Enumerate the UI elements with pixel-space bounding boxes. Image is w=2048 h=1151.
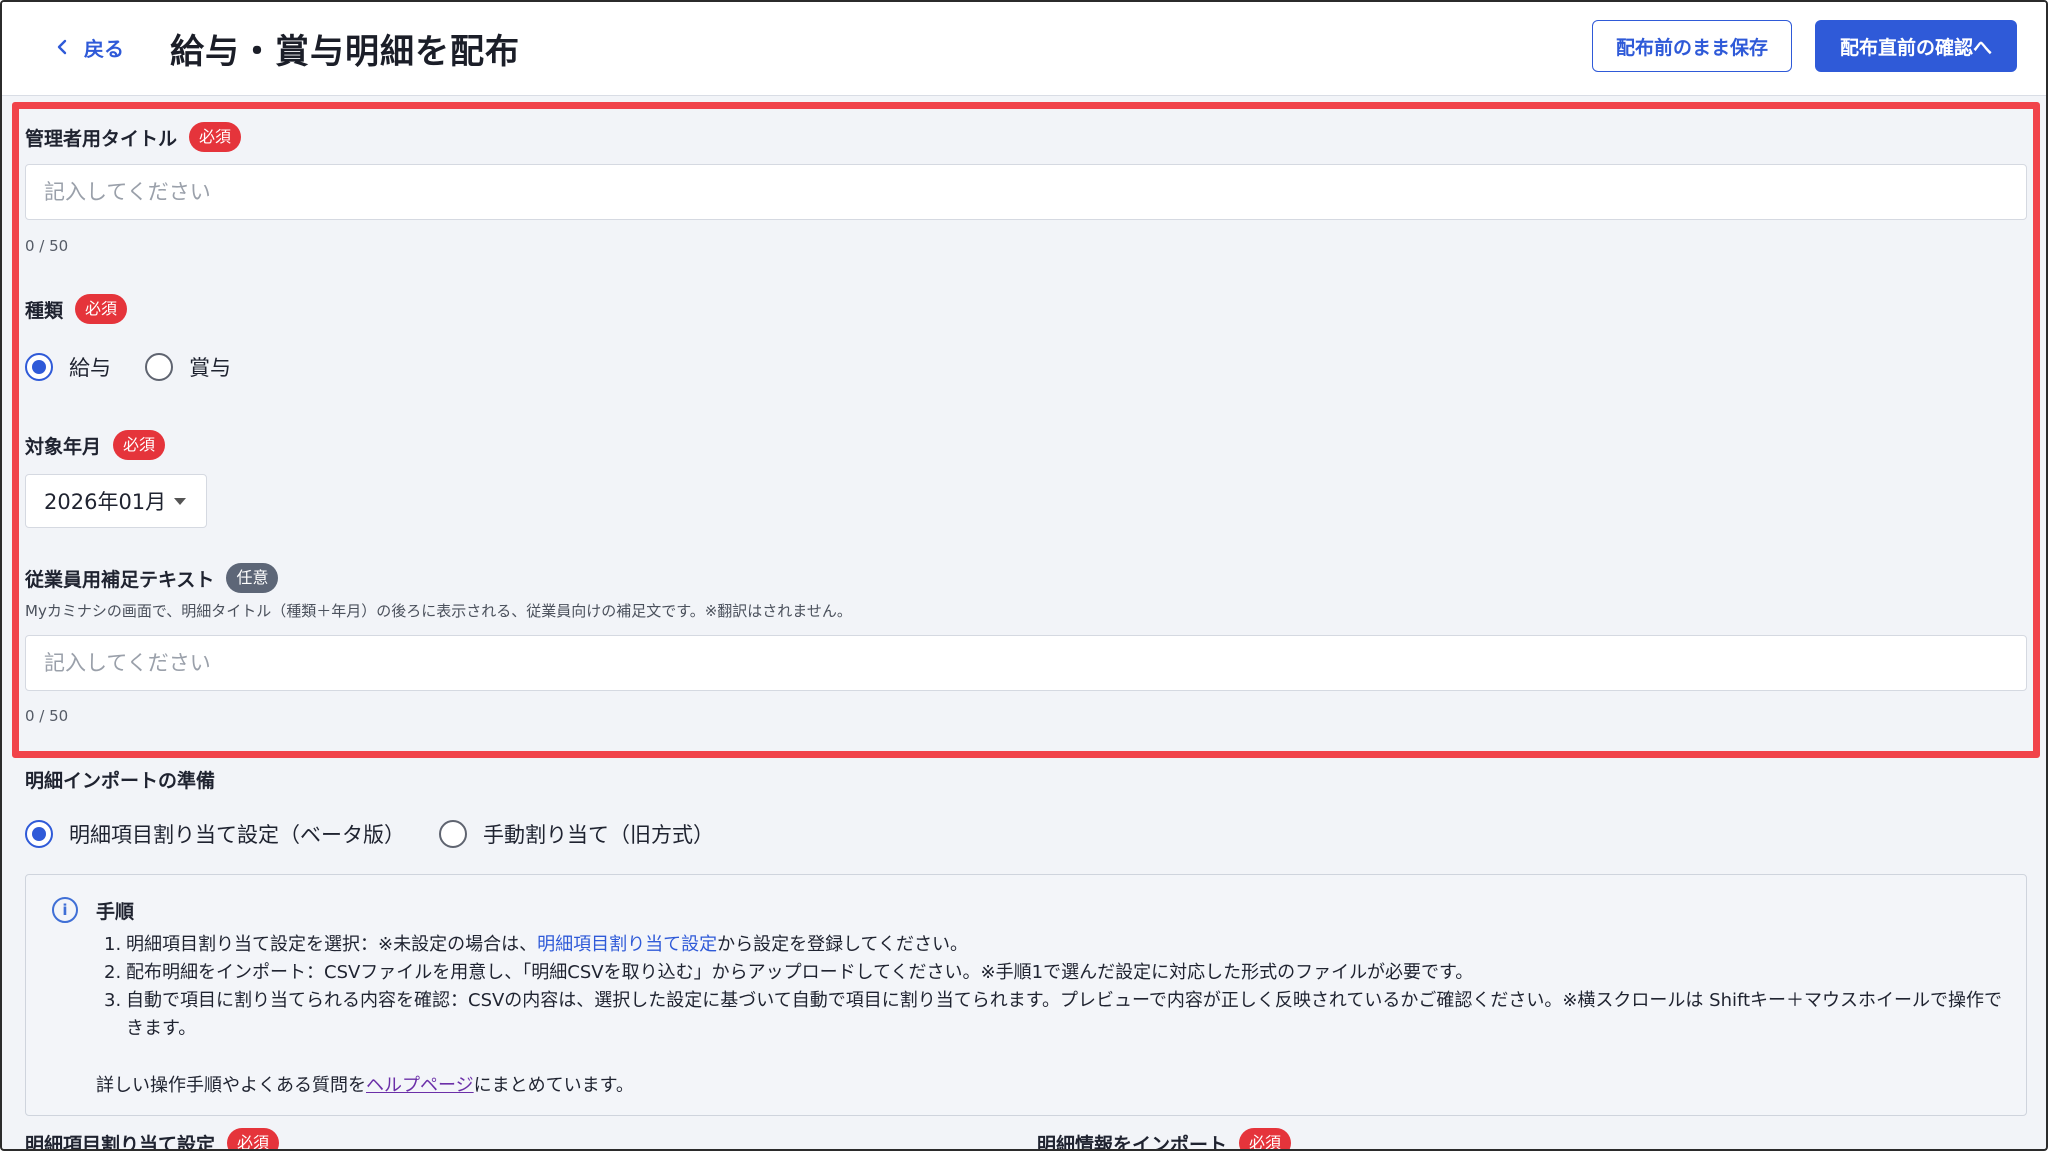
back-link[interactable]: 戻る (54, 30, 124, 64)
required-badge: 必須 (75, 294, 128, 324)
page-header: 戻る 給与・賞与明細を配布 配布前のまま保存 配布直前の確認へ (2, 2, 2046, 96)
employee-text-counter: 0 / 50 (25, 707, 69, 725)
employee-text-help: Myカミナシの画面で、明細タイトル（種類＋年月）の後ろに表示される、従業員向けの… (25, 602, 852, 620)
radio-label: 賞与 (189, 356, 231, 380)
procedure-footer: 詳しい操作手順やよくある質問をヘルプページにまとめています。 (96, 1075, 634, 1096)
radio-unchecked-icon (145, 353, 173, 381)
save-draft-button[interactable]: 配布前のまま保存 (1592, 20, 1792, 72)
type-label: 種類 (25, 299, 64, 322)
admin-title-counter: 0 / 50 (25, 237, 69, 255)
info-icon: i (52, 897, 78, 923)
radio-label: 給与 (69, 356, 111, 380)
radio-unchecked-icon (439, 820, 467, 848)
chevron-left-icon (57, 39, 67, 55)
caret-down-icon (174, 498, 186, 505)
page-title: 給与・賞与明細を配布 (170, 32, 520, 72)
mapping-settings-link[interactable]: 明細項目割り当て設定 (537, 934, 717, 955)
procedure-step: 3. 自動で項目に割り当てられる内容を確認：CSVの内容は、選択した設定に基づい… (104, 990, 2003, 1039)
back-label: 戻る (84, 36, 124, 61)
period-value: 2026年01月 (44, 490, 167, 514)
radio-salary[interactable]: 給与 (25, 352, 111, 382)
import-info-label: 明細情報をインポート (1037, 1133, 1228, 1151)
import-prep-radio-group: 明細項目割り当て設定（ベータ版） 手動割り当て（旧方式） (25, 819, 748, 849)
employee-text-label: 従業員用補足テキスト (25, 568, 215, 591)
type-label-group: 種類 必須 (25, 294, 128, 324)
period-label: 対象年月 (25, 435, 102, 458)
period-select[interactable]: 2026年01月 (25, 474, 207, 528)
required-badge: 必須 (227, 1128, 280, 1149)
employee-text-input[interactable] (25, 635, 2027, 691)
procedure-step: 1. 明細項目割り当て設定を選択：※未設定の場合は、明細項目割り当て設定から設定… (104, 934, 969, 955)
optional-badge: 任意 (226, 563, 279, 593)
required-badge: 必須 (189, 122, 242, 152)
confirm-button[interactable]: 配布直前の確認へ (1815, 20, 2017, 72)
admin-title-label-group: 管理者用タイトル 必須 (25, 122, 242, 152)
admin-title-input[interactable] (25, 164, 2027, 220)
procedure-step: 2. 配布明細をインポート：CSVファイルを用意し、「明細CSVを取り込む」から… (104, 962, 1474, 983)
period-label-group: 対象年月 必須 (25, 430, 166, 460)
radio-checked-icon (25, 353, 53, 381)
procedure-info-box: i 手順 1. 明細項目割り当て設定を選択：※未設定の場合は、明細項目割り当て設… (25, 874, 2027, 1116)
procedure-title: 手順 (96, 901, 135, 923)
required-badge: 必須 (113, 430, 166, 460)
admin-title-label: 管理者用タイトル (25, 127, 178, 150)
import-info-label-group: 明細情報をインポート 必須 (1037, 1128, 1292, 1151)
radio-manual-legacy[interactable]: 手動割り当て（旧方式） (439, 819, 714, 849)
app-frame: 戻る 給与・賞与明細を配布 配布前のまま保存 配布直前の確認へ 管理者用タイトル… (0, 0, 2048, 1151)
mapping-settings-label-group: 明細項目割り当て設定 必須 (25, 1128, 280, 1151)
mapping-settings-label: 明細項目割り当て設定 (25, 1133, 216, 1151)
radio-label: 明細項目割り当て設定（ベータ版） (69, 823, 405, 847)
employee-text-label-group: 従業員用補足テキスト 任意 (25, 563, 279, 593)
import-prep-label: 明細インポートの準備 (25, 770, 216, 792)
help-page-link[interactable]: ヘルプページ (366, 1075, 474, 1096)
radio-mapping-beta[interactable]: 明細項目割り当て設定（ベータ版） (25, 819, 405, 849)
radio-label: 手動割り当て（旧方式） (483, 823, 714, 847)
radio-bonus[interactable]: 賞与 (145, 352, 231, 382)
required-badge: 必須 (1239, 1128, 1292, 1149)
procedure-steps: 1. 明細項目割り当て設定を選択：※未設定の場合は、明細項目割り当て設定から設定… (104, 931, 2014, 1043)
radio-checked-icon (25, 820, 53, 848)
type-radio-group: 給与 賞与 (25, 352, 265, 382)
